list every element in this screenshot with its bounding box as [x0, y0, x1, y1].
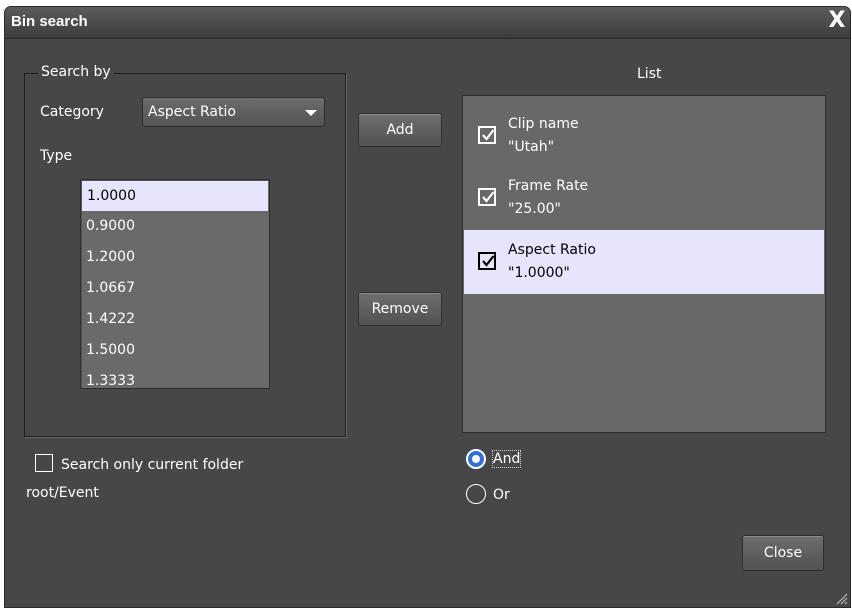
search-current-folder-checkbox[interactable]: [35, 454, 53, 472]
checkmark-icon: [482, 129, 495, 141]
category-dropdown-value: Aspect Ratio: [148, 104, 236, 120]
folder-path: root/Event: [26, 485, 99, 501]
type-label: Type: [40, 148, 73, 164]
list-item-aspect-ratio[interactable]: Aspect Ratio "1.0000": [464, 230, 824, 294]
and-label[interactable]: And: [491, 450, 522, 468]
type-list-item[interactable]: 1.5000: [81, 335, 269, 366]
remove-button[interactable]: Remove: [358, 292, 442, 326]
title-bar: Bin search X: [5, 7, 850, 39]
criteria-list: Clip name "Utah" Frame Rate "25.00" Aspe…: [462, 95, 826, 433]
type-listbox[interactable]: 1.0000 0.9000 1.2000 1.0667 1.4222 1.500…: [80, 179, 270, 389]
search-by-legend: Search by: [38, 64, 114, 80]
type-list-item[interactable]: 1.0667: [81, 273, 269, 304]
entry-name: Clip name: [508, 116, 579, 132]
checkmark-icon: [482, 255, 495, 267]
type-list-item[interactable]: 1.0000: [82, 181, 268, 211]
close-button[interactable]: Close: [742, 535, 824, 571]
checkmark-icon: [482, 191, 495, 203]
category-dropdown[interactable]: Aspect Ratio: [142, 97, 325, 127]
entry-checkbox[interactable]: [478, 188, 496, 206]
entry-checkbox[interactable]: [478, 126, 496, 144]
category-label: Category: [40, 104, 104, 120]
bin-search-dialog: Bin search X Search by Category Aspect R…: [5, 7, 850, 607]
entry-name: Aspect Ratio: [508, 242, 596, 258]
and-radio[interactable]: [466, 449, 486, 469]
resize-grip-icon[interactable]: [834, 591, 848, 605]
entry-name: Frame Rate: [508, 178, 589, 194]
entry-value: "1.0000": [508, 265, 570, 281]
add-button[interactable]: Add: [358, 113, 442, 147]
type-list-item[interactable]: 1.3333: [81, 366, 269, 397]
close-icon[interactable]: X: [826, 9, 848, 33]
or-label[interactable]: Or: [493, 487, 510, 503]
type-list-item[interactable]: 0.9000: [81, 211, 269, 242]
list-header: List: [637, 66, 662, 82]
dropdown-arrow-icon: [305, 110, 317, 116]
entry-value: "Utah": [508, 139, 555, 155]
list-item-frame-rate[interactable]: Frame Rate "25.00": [464, 166, 824, 230]
entry-value: "25.00": [508, 201, 561, 217]
dialog-title: Bin search: [11, 13, 88, 30]
entry-checkbox[interactable]: [478, 252, 496, 270]
search-current-folder-label: Search only current folder: [61, 457, 244, 473]
type-list-item[interactable]: 1.4222: [81, 304, 269, 335]
type-list-item[interactable]: 1.2000: [81, 242, 269, 273]
list-item-clip-name[interactable]: Clip name "Utah": [464, 104, 824, 168]
or-radio[interactable]: [466, 484, 486, 504]
